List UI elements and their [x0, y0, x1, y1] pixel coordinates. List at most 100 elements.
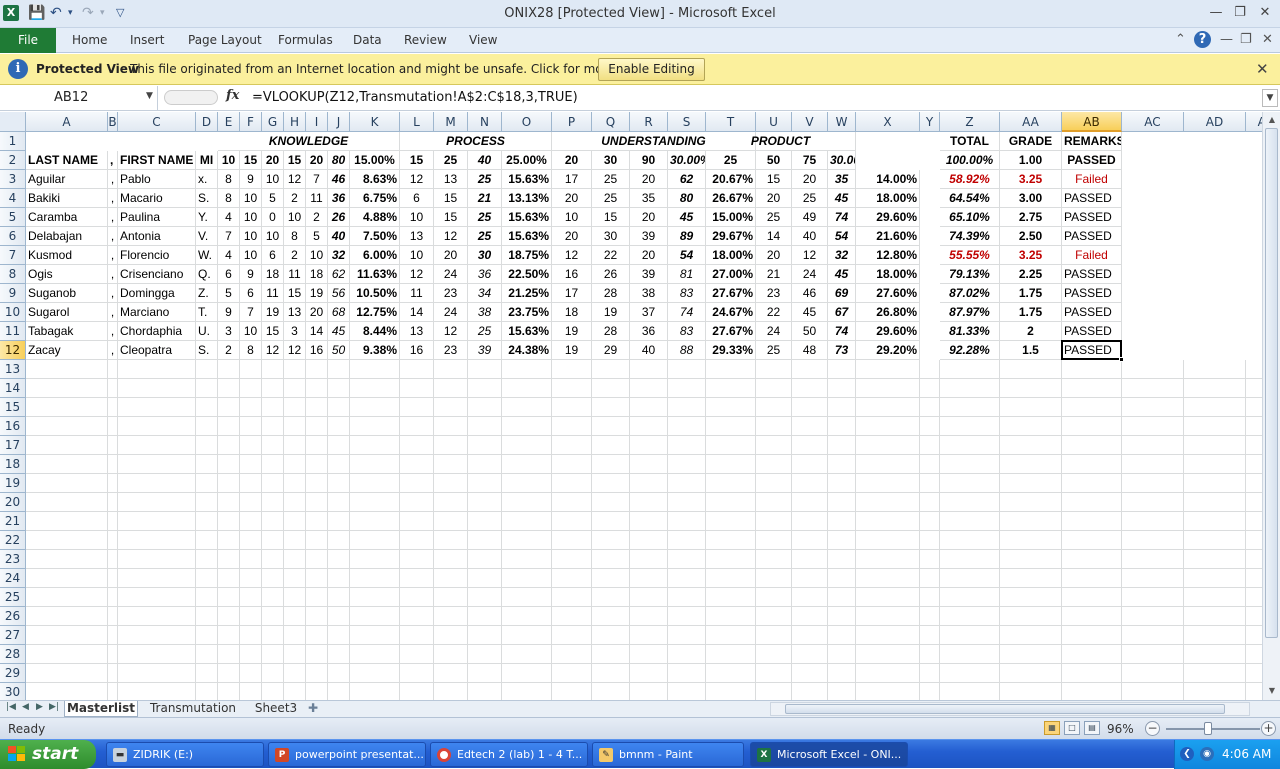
- table-cell[interactable]: 25: [792, 189, 828, 208]
- column-header-u[interactable]: U: [756, 112, 792, 132]
- column-header-s[interactable]: S: [668, 112, 706, 132]
- table-cell[interactable]: 32: [828, 246, 856, 265]
- table-cell[interactable]: 21.60%: [856, 227, 920, 246]
- vertical-scroll-thumb[interactable]: [1265, 128, 1278, 638]
- sheet-tab-transmutation[interactable]: Transmutation: [146, 701, 240, 717]
- table-cell[interactable]: PASSED: [1062, 208, 1122, 227]
- table-cell[interactable]: 38: [630, 284, 668, 303]
- table-cell[interactable]: Macario: [118, 189, 196, 208]
- table-cell[interactable]: 50: [328, 341, 350, 360]
- table-cell[interactable]: 23.75%: [502, 303, 552, 322]
- header-cell[interactable]: 10: [218, 151, 240, 170]
- table-cell[interactable]: Zacay: [26, 341, 108, 360]
- table-cell[interactable]: 1.75: [1000, 303, 1062, 322]
- table-cell[interactable]: 80: [668, 189, 706, 208]
- file-tab[interactable]: File: [0, 28, 56, 53]
- horizontal-scrollbar[interactable]: [770, 702, 1250, 716]
- formula-bar-handle[interactable]: [164, 90, 218, 105]
- table-cell[interactable]: 9: [240, 265, 262, 284]
- header-cell[interactable]: 20: [552, 151, 592, 170]
- zoom-slider-thumb[interactable]: [1204, 722, 1212, 735]
- table-cell[interactable]: 6.75%: [350, 189, 400, 208]
- row-header-14[interactable]: 14: [0, 379, 26, 398]
- table-cell[interactable]: 45: [668, 208, 706, 227]
- insert-sheet-icon[interactable]: ✚: [306, 701, 320, 717]
- table-cell[interactable]: 69: [828, 284, 856, 303]
- column-header-l[interactable]: L: [400, 112, 434, 132]
- table-cell[interactable]: 10: [240, 246, 262, 265]
- table-cell[interactable]: 2: [306, 208, 328, 227]
- column-header-w[interactable]: W: [828, 112, 856, 132]
- table-cell[interactable]: 22: [756, 303, 792, 322]
- table-cell[interactable]: 40: [630, 341, 668, 360]
- fill-handle[interactable]: [1119, 357, 1124, 362]
- table-cell[interactable]: 10: [240, 322, 262, 341]
- table-cell[interactable]: Bakiki: [26, 189, 108, 208]
- section-header[interactable]: GRADE: [1000, 132, 1062, 151]
- restore-icon[interactable]: ❐: [1230, 3, 1250, 23]
- formula-input[interactable]: =VLOOKUP(Z12,Transmutation!A$2:C$18,3,TR…: [252, 90, 578, 105]
- table-cell[interactable]: 45: [828, 265, 856, 284]
- row-header-20[interactable]: 20: [0, 493, 26, 512]
- tab-review[interactable]: Review: [404, 33, 447, 47]
- table-cell[interactable]: 34: [468, 284, 502, 303]
- table-cell[interactable]: 81: [668, 265, 706, 284]
- table-cell[interactable]: 26: [592, 265, 630, 284]
- table-cell[interactable]: ,: [108, 265, 118, 284]
- column-header-x[interactable]: X: [856, 112, 920, 132]
- row-header-29[interactable]: 29: [0, 664, 26, 683]
- header-cell[interactable]: ,: [108, 151, 118, 170]
- table-cell[interactable]: PASSED: [1062, 322, 1122, 341]
- table-cell[interactable]: 45: [328, 322, 350, 341]
- minimize-ribbon-icon[interactable]: ⌃: [1175, 32, 1186, 47]
- table-cell[interactable]: 12: [262, 341, 284, 360]
- close-icon[interactable]: ✕: [1255, 3, 1275, 23]
- table-cell[interactable]: ,: [108, 322, 118, 341]
- row-header-13[interactable]: 13: [0, 360, 26, 379]
- table-cell[interactable]: 14: [306, 322, 328, 341]
- table-cell[interactable]: 45: [828, 189, 856, 208]
- section-header[interactable]: PRODUCT: [706, 132, 856, 151]
- last-sheet-icon[interactable]: ▶|: [49, 702, 59, 712]
- table-cell[interactable]: 18: [552, 303, 592, 322]
- column-header-i[interactable]: I: [306, 112, 328, 132]
- table-cell[interactable]: ,: [108, 246, 118, 265]
- table-cell[interactable]: 35: [630, 189, 668, 208]
- table-cell[interactable]: 0: [262, 208, 284, 227]
- table-cell[interactable]: 39: [630, 265, 668, 284]
- table-cell[interactable]: 48: [792, 341, 828, 360]
- table-cell[interactable]: ,: [108, 189, 118, 208]
- table-cell[interactable]: 20: [756, 189, 792, 208]
- table-cell[interactable]: ,: [108, 170, 118, 189]
- table-cell[interactable]: 25: [468, 170, 502, 189]
- row-header-26[interactable]: 26: [0, 607, 26, 626]
- table-cell[interactable]: Sugarol: [26, 303, 108, 322]
- tab-page-layout[interactable]: Page Layout: [188, 33, 262, 47]
- vertical-scrollbar[interactable]: ▲ ▼: [1262, 112, 1280, 700]
- row-header-30[interactable]: 30: [0, 683, 26, 700]
- table-cell[interactable]: ,: [108, 284, 118, 303]
- table-cell[interactable]: 9.38%: [350, 341, 400, 360]
- table-cell[interactable]: 79.13%: [940, 265, 1000, 284]
- table-cell[interactable]: 8: [218, 189, 240, 208]
- row-header-8[interactable]: 8: [0, 265, 26, 284]
- table-cell[interactable]: PASSED: [1062, 303, 1122, 322]
- zoom-level[interactable]: 96%: [1107, 722, 1134, 736]
- header-cell[interactable]: 15: [400, 151, 434, 170]
- active-cell-outline[interactable]: [1061, 340, 1122, 360]
- table-cell[interactable]: 3: [218, 322, 240, 341]
- table-cell[interactable]: 24: [792, 265, 828, 284]
- table-cell[interactable]: 10: [262, 227, 284, 246]
- header-cell[interactable]: 75: [792, 151, 828, 170]
- table-cell[interactable]: 27.67%: [706, 284, 756, 303]
- taskbar-item-excel[interactable]: X Microsoft Excel - ONI...: [750, 742, 908, 767]
- table-cell[interactable]: 62: [668, 170, 706, 189]
- table-cell[interactable]: 37: [630, 303, 668, 322]
- tab-home[interactable]: Home: [72, 33, 107, 47]
- row-header-28[interactable]: 28: [0, 645, 26, 664]
- column-header-j[interactable]: J: [328, 112, 350, 132]
- row-header-24[interactable]: 24: [0, 569, 26, 588]
- table-cell[interactable]: 9: [218, 303, 240, 322]
- table-cell[interactable]: 5: [306, 227, 328, 246]
- table-cell[interactable]: 29.33%: [706, 341, 756, 360]
